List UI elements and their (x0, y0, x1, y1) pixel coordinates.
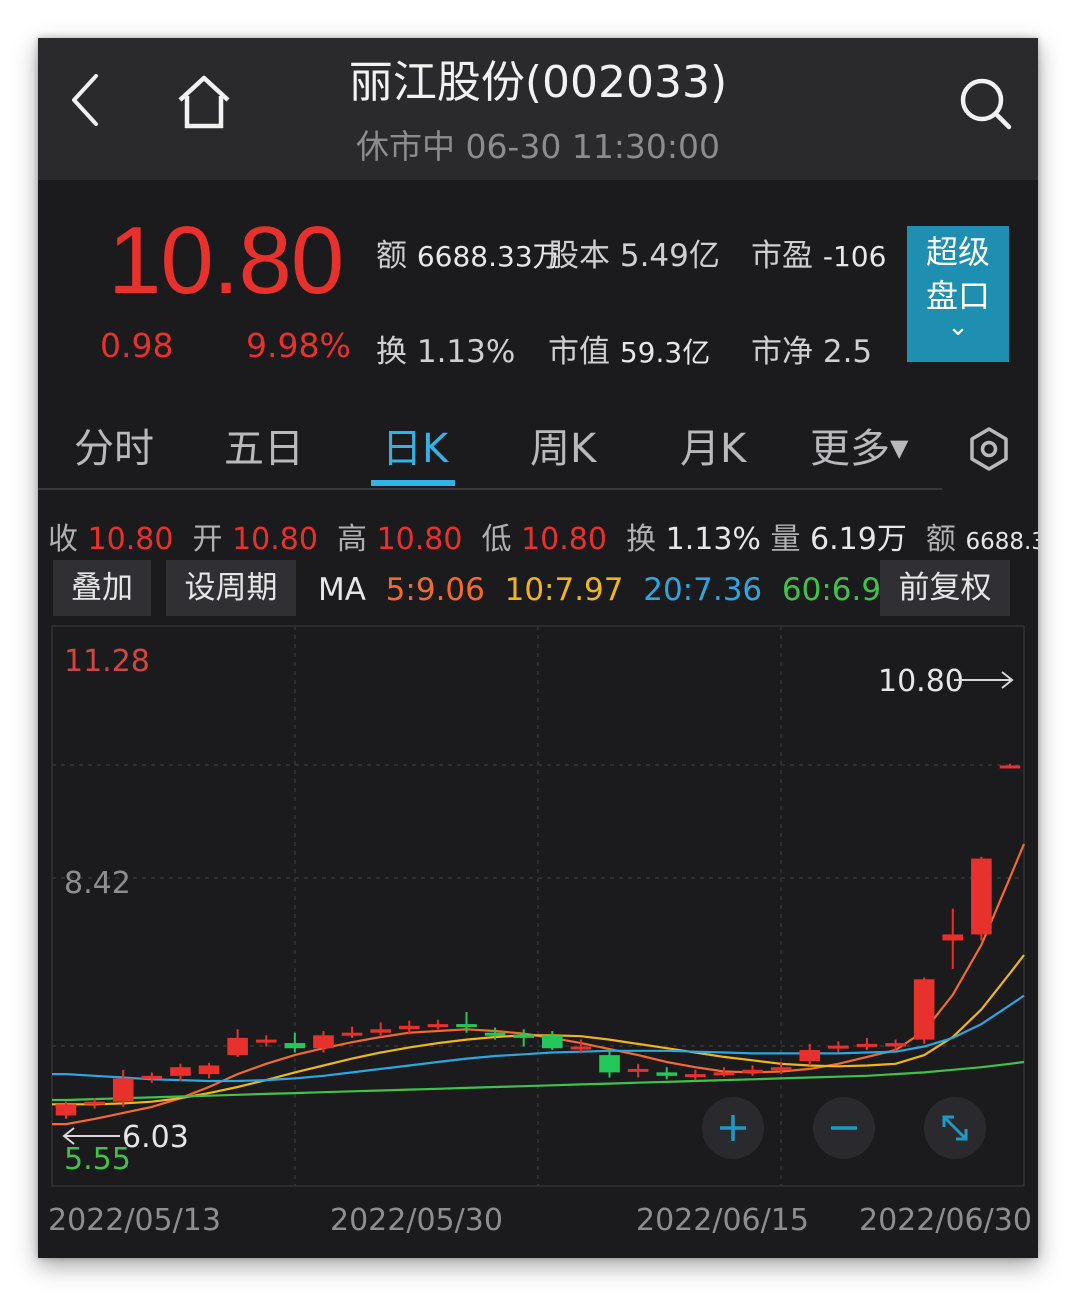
min-marker-arrow-icon (62, 1127, 120, 1145)
candle-body-15 (484, 1032, 506, 1036)
candle-body-31 (942, 934, 964, 941)
candle-body-3 (141, 1075, 163, 1079)
candle-body-4 (170, 1067, 191, 1076)
app-frame: 丽江股份(002033) 休市中 06-30 11:30:00 10.80 0.… (38, 38, 1038, 1258)
candle-body-33 (999, 765, 1021, 769)
candle-body-20 (627, 1068, 649, 1072)
candle-body-18 (570, 1046, 592, 1050)
candle-body-1 (84, 1101, 105, 1105)
candle-body-26 (799, 1049, 821, 1062)
right-arrow-icon (954, 671, 1014, 689)
candle-body-12 (398, 1025, 420, 1030)
candle-body-8 (284, 1043, 306, 1049)
chart-grid (51, 625, 1025, 1187)
candle-body-6 (227, 1037, 248, 1056)
candle-body-9 (313, 1035, 334, 1049)
candle-body-30 (913, 979, 935, 1040)
candle-body-16 (513, 1034, 534, 1038)
candle-body-7 (255, 1039, 277, 1043)
candle-body-28 (856, 1043, 878, 1047)
candle-body-21 (656, 1072, 678, 1076)
candle-body-14 (456, 1024, 477, 1028)
y-axis-mid-label: 8.42 (64, 866, 131, 901)
fullscreen-button[interactable] (924, 1097, 986, 1159)
ma-line-5 (52, 843, 1026, 1126)
candle-body-32 (971, 858, 992, 935)
candle-body-19 (599, 1055, 620, 1073)
candle-body-23 (713, 1072, 735, 1076)
candle-body-17 (542, 1035, 563, 1049)
candle-body-11 (370, 1029, 391, 1033)
x-tick-label-1: 2022/05/13 (48, 1203, 221, 1238)
moving-average-lines (52, 843, 1026, 1126)
expand-icon (942, 1115, 968, 1141)
y-axis-top-label: 11.28 (64, 644, 150, 679)
candle-body-22 (685, 1074, 706, 1078)
zoom-out-button[interactable] (813, 1097, 875, 1159)
candle-body-24 (742, 1069, 763, 1073)
candle-body-25 (770, 1067, 792, 1071)
candle-body-2 (112, 1078, 134, 1102)
plus-icon (720, 1115, 746, 1141)
candle-body-13 (427, 1024, 449, 1028)
candle-body-10 (341, 1032, 363, 1036)
x-tick-label-4: 2022/06/30 (859, 1203, 1032, 1238)
candle-body-5 (198, 1065, 220, 1075)
x-tick-label-2: 2022/05/30 (330, 1203, 503, 1238)
kline-chart[interactable] (38, 38, 1038, 1258)
x-tick-label-3: 2022/06/15 (636, 1203, 809, 1238)
candle-body-29 (885, 1043, 906, 1047)
min-price-label: 6.03 (122, 1120, 189, 1155)
candle-body-0 (55, 1104, 77, 1116)
zoom-in-button[interactable] (702, 1097, 764, 1159)
minus-icon (831, 1126, 857, 1130)
candle-body-27 (828, 1045, 849, 1049)
last-price-label: 10.80 (878, 664, 964, 699)
